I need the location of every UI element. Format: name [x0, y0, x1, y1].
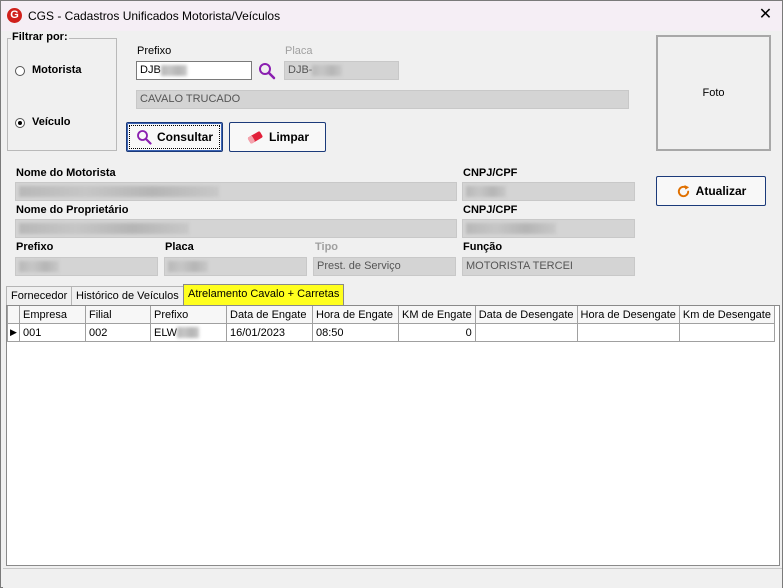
nome-proprietario-field [15, 219, 457, 238]
cell-prefixo[interactable]: ELW [150, 323, 227, 342]
placa-detail-field [164, 257, 307, 276]
redacted-text [312, 64, 343, 76]
cell-km-desengate[interactable] [678, 323, 775, 342]
main-window: G CGS - Cadastros Unificados Motorista/V… [0, 0, 783, 588]
prefixo-label: Prefixo [137, 45, 172, 57]
tab-atrelamento[interactable]: Atrelamento Cavalo + Carretas [183, 284, 345, 305]
cell-data-engate[interactable]: 16/01/2023 [226, 323, 313, 342]
table-row[interactable]: ▶ 001 002 ELW 16/01/2023 08:50 0 [7, 323, 775, 342]
cnpj-cpf-label-1: CNPJ/CPF [463, 167, 518, 179]
grid-table: Empresa Filial Prefixo Data de Engate Ho… [7, 306, 775, 342]
magnifier-icon [137, 130, 152, 145]
grid-header-row: Empresa Filial Prefixo Data de Engate Ho… [7, 306, 775, 324]
tipo-label: Tipo [315, 241, 339, 253]
cell-empresa[interactable]: 001 [19, 323, 86, 342]
title-bar[interactable]: G CGS - Cadastros Unificados Motorista/V… [1, 1, 782, 31]
redacted-text [160, 64, 187, 76]
cnpj-cpf-label-2: CNPJ/CPF [463, 204, 518, 216]
placa-label: Placa [285, 45, 313, 57]
radio-veiculo-label[interactable]: Veículo [32, 116, 71, 128]
radio-motorista[interactable] [15, 66, 25, 76]
col-data-engate[interactable]: Data de Engate [226, 306, 313, 324]
col-hora-engate[interactable]: Hora de Engate [312, 306, 399, 324]
radio-veiculo[interactable] [15, 118, 25, 128]
funcao-field: MOTORISTA TERCEI [462, 257, 635, 276]
eraser-icon [247, 131, 263, 144]
prefixo-input[interactable]: DJB [136, 61, 252, 80]
tab-historico-veiculos[interactable]: Histórico de Veículos [71, 286, 184, 305]
prefixo-detail-label: Prefixo [16, 241, 54, 253]
nome-motorista-label: Nome do Motorista [16, 167, 116, 179]
refresh-icon [677, 184, 689, 197]
row-indicator-icon: ▶ [7, 323, 20, 342]
radio-motorista-label[interactable]: Motorista [32, 64, 82, 76]
data-grid[interactable]: Empresa Filial Prefixo Data de Engate Ho… [6, 305, 780, 566]
cnpj-cpf-field-2 [462, 219, 635, 238]
placa-input-value: DJB- [288, 64, 313, 76]
tab-fornecedor[interactable]: Fornecedor [6, 286, 73, 305]
prefixo-input-value: DJB [140, 64, 161, 76]
col-filial[interactable]: Filial [85, 306, 151, 324]
app-logo-icon: G [7, 8, 22, 23]
search-icon[interactable] [257, 61, 277, 81]
cell-hora-desengate[interactable] [576, 323, 680, 342]
consultar-button-label: Consultar [156, 130, 213, 144]
cell-km-engate[interactable]: 0 [398, 323, 476, 342]
redacted-text [168, 260, 208, 272]
redacted-text [177, 327, 200, 339]
consultar-button[interactable]: Consultar [126, 122, 223, 152]
cell-filial[interactable]: 002 [85, 323, 151, 342]
redacted-text [466, 185, 506, 197]
filter-group-title: Filtrar por: [11, 31, 69, 43]
status-bar [3, 568, 782, 588]
tipo-field: Prest. de Serviço [313, 257, 456, 276]
filter-group [7, 38, 117, 151]
redacted-text [466, 222, 556, 234]
cnpj-cpf-field-1 [462, 182, 635, 201]
window-title: CGS - Cadastros Unificados Motorista/Veí… [28, 9, 281, 23]
col-km-desengate[interactable]: Km de Desengate [678, 306, 775, 324]
atualizar-button-label: Atualizar [695, 184, 747, 198]
grid-header-indicator [7, 306, 20, 324]
funcao-label: Função [463, 241, 503, 253]
close-button[interactable]: ✕ [749, 3, 782, 29]
placa-input: DJB- [284, 61, 399, 80]
cell-hora-engate[interactable]: 08:50 [312, 323, 399, 342]
photo-box: Foto [656, 35, 771, 151]
col-data-desengate[interactable]: Data de Desengate [474, 306, 578, 324]
col-empresa[interactable]: Empresa [19, 306, 86, 324]
redacted-text [19, 222, 189, 234]
cell-data-desengate[interactable] [474, 323, 578, 342]
vehicle-description-field: CAVALO TRUCADO [136, 90, 629, 109]
limpar-button[interactable]: Limpar [229, 122, 326, 152]
cell-prefixo-value: ELW [154, 326, 178, 339]
placa-detail-label: Placa [165, 241, 194, 253]
nome-proprietario-label: Nome do Proprietário [16, 204, 129, 216]
prefixo-detail-field [15, 257, 158, 276]
nome-motorista-field [15, 182, 457, 201]
col-hora-desengate[interactable]: Hora de Desengate [576, 306, 680, 324]
redacted-text [19, 185, 219, 197]
redacted-text [19, 260, 59, 272]
limpar-button-label: Limpar [268, 130, 309, 144]
atualizar-button[interactable]: Atualizar [656, 176, 766, 206]
col-prefixo[interactable]: Prefixo [150, 306, 227, 324]
col-km-engate[interactable]: KM de Engate [398, 306, 476, 324]
photo-label: Foto [702, 87, 725, 99]
